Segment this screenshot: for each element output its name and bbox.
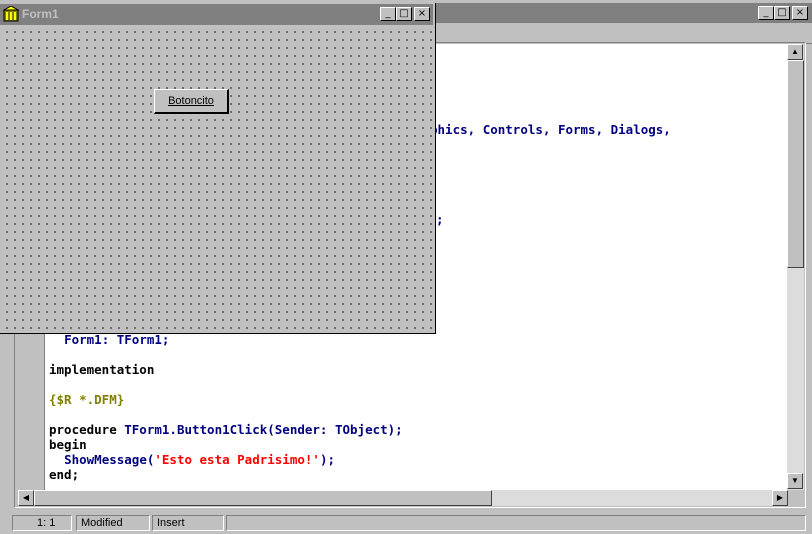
scroll-left-button[interactable]: ◀ (18, 490, 34, 506)
form-maximize-button[interactable]: □ (396, 7, 412, 21)
form-close-button[interactable]: × (414, 7, 430, 21)
code-line-semicolon: ; (436, 212, 444, 227)
code-line-implementation: implementation (49, 362, 155, 377)
botoncito-button-label: Botoncito (168, 95, 214, 107)
form-design-surface[interactable] (0, 25, 433, 331)
code-line-var: Form1: TForm1; (64, 332, 170, 347)
vertical-scroll-thumb[interactable] (787, 60, 804, 268)
code-line-begin: begin (49, 437, 87, 452)
form-window: Form1 _ □ × Botoncito (0, 3, 436, 334)
editor-minimize-button[interactable]: _ (758, 6, 774, 20)
form-minimize-button[interactable]: _ (380, 7, 396, 21)
scroll-up-button[interactable]: ▲ (787, 44, 803, 60)
form-app-icon (2, 5, 20, 22)
scroll-right-button[interactable]: ▶ (772, 490, 788, 506)
scroll-down-button[interactable]: ▼ (787, 473, 803, 489)
form-title-bar[interactable] (0, 4, 433, 25)
botoncito-button[interactable]: Botoncito (154, 89, 229, 114)
code-line-showmessage: ShowMessage('Esto esta Padrisimo!'); (64, 452, 336, 467)
code-line-uses: phics, Controls, Forms, Dialogs, (430, 122, 671, 137)
horizontal-scroll-thumb[interactable] (34, 490, 492, 506)
code-line-directive: {$R *.DFM} (49, 392, 125, 407)
form-title: Form1 (22, 7, 59, 21)
cursor-position-panel: 1: 1 (12, 515, 72, 531)
code-line-end: end; (49, 467, 80, 482)
code-line-procedure: procedure TForm1.Button1Click(Sender: TO… (49, 422, 403, 437)
insert-mode-panel: Insert (152, 515, 224, 531)
modified-panel: Modified (76, 515, 150, 531)
status-message-panel (226, 515, 806, 531)
editor-maximize-button[interactable]: □ (774, 6, 790, 20)
editor-close-button[interactable]: × (792, 6, 808, 20)
